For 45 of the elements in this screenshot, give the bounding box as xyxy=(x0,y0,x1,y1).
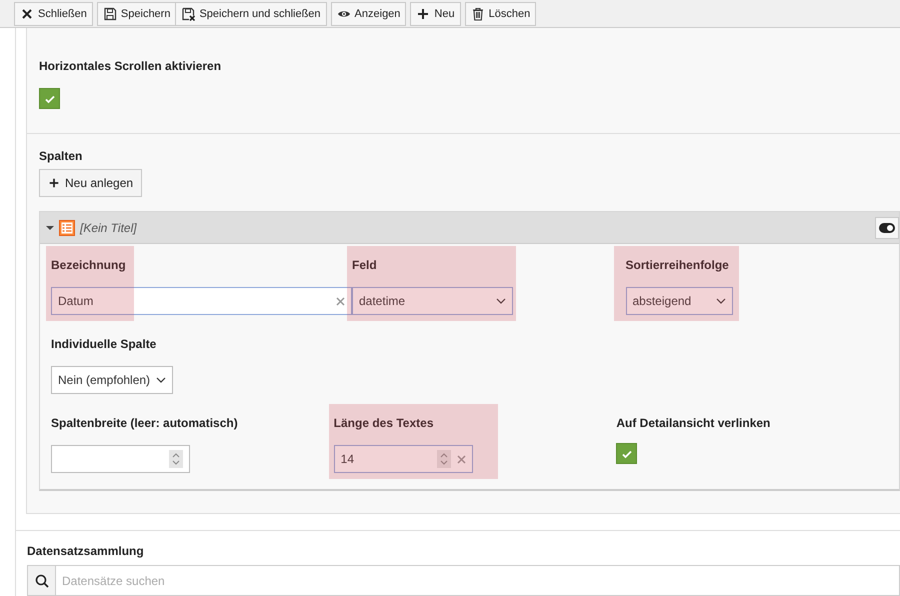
toolbar-button[interactable]: Anzeigen xyxy=(330,2,406,26)
number-field[interactable] xyxy=(51,445,190,473)
toggle-button[interactable] xyxy=(875,216,899,238)
select-field[interactable]: absteigend xyxy=(626,287,732,315)
close-icon xyxy=(20,7,34,21)
clear-icon[interactable] xyxy=(456,454,466,464)
field-label: Feld xyxy=(352,258,378,272)
toolbar-button[interactable]: Neu xyxy=(410,2,461,26)
field-label: Länge des Textes xyxy=(334,416,434,430)
select-field[interactable]: datetime xyxy=(352,287,513,315)
section-title: Datensatzsammlung xyxy=(27,544,145,558)
field-label: Individuelle Spalte xyxy=(51,337,158,351)
toolbar-button[interactable]: Speichern xyxy=(96,2,176,26)
field-label: Spaltenbreite (leer: automatisch) xyxy=(51,416,239,430)
trash-icon xyxy=(470,7,485,21)
text-field[interactable]: Datum xyxy=(51,287,352,315)
number-field[interactable]: 14 xyxy=(334,445,473,473)
card-title: [Kein Titel] xyxy=(80,220,138,234)
spinner-icon[interactable] xyxy=(436,450,451,468)
checkbox[interactable] xyxy=(616,443,638,464)
clear-icon[interactable] xyxy=(336,296,345,306)
field-label: Auf Detailansicht verlinken xyxy=(616,416,772,430)
chevron-icon xyxy=(716,298,726,304)
select-field[interactable]: Nein (empfohlen) xyxy=(51,366,174,394)
toolbar-button[interactable]: Schließen xyxy=(14,2,93,26)
spinner-icon[interactable] xyxy=(169,450,183,468)
add-button[interactable]: Neu anlegen xyxy=(39,169,142,197)
chevron-icon xyxy=(496,298,506,304)
chevron-icon xyxy=(156,377,166,383)
toolbar-button[interactable]: Löschen xyxy=(464,2,536,26)
search-icon xyxy=(34,574,48,588)
plus-icon xyxy=(416,7,430,21)
field-label: Bezeichnung xyxy=(51,258,127,272)
plus-icon xyxy=(48,177,60,189)
caret-icon[interactable] xyxy=(46,224,54,232)
list-icon xyxy=(59,220,75,236)
save-close-icon xyxy=(181,7,196,21)
save-icon xyxy=(102,7,117,21)
toggle-icon xyxy=(879,222,895,232)
toolbar-button[interactable]: Speichern und schließen xyxy=(175,2,327,26)
field-label: Horizontales Scrollen aktivieren xyxy=(39,59,222,73)
section-title: Spalten xyxy=(39,149,84,163)
field-label: Sortierreihenfolge xyxy=(626,258,730,272)
checkbox[interactable] xyxy=(39,88,60,109)
card-header[interactable]: [Kein Titel] xyxy=(40,212,899,244)
